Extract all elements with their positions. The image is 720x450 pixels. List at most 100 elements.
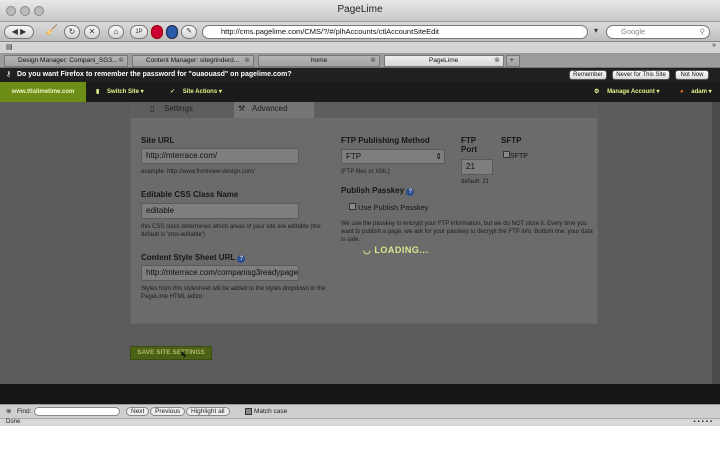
app-header-bar: www.ttlslimetime.com ▮ Switch Site ▾ ✓ S… — [0, 82, 720, 107]
bookmarks-overflow-icon[interactable]: » — [712, 42, 716, 49]
ftp-method-select[interactable]: FTP ⇕ — [341, 149, 445, 164]
search-icon[interactable]: ⚲ — [700, 26, 706, 38]
tab-label: home — [311, 57, 328, 64]
tab-advanced[interactable]: ⚒ Advanced — [234, 102, 314, 118]
1password-icon[interactable]: 1P — [130, 25, 148, 39]
password-message: Do you want Firefox to remember the pass… — [17, 71, 292, 78]
ftp-port-label: FTP Port — [461, 136, 477, 154]
status-bar: Done ▪▪▪▪▪ — [0, 418, 720, 426]
user-icon: ● — [680, 89, 684, 95]
sftp-checkbox[interactable]: SFTP — [503, 151, 528, 160]
switch-site-label: Switch Site — [106, 89, 139, 95]
broom-icon[interactable]: 🧹 — [44, 25, 60, 39]
highlight-all-button[interactable]: Highlight all — [186, 407, 230, 416]
extension-icon[interactable] — [166, 25, 178, 39]
site-icon: ▮ — [96, 89, 100, 95]
match-case-label: Match case — [254, 408, 288, 415]
switch-site-menu[interactable]: ▮ Switch Site ▾ — [96, 82, 144, 102]
save-settings-button[interactable]: SAVE SITE SETTINGS — [130, 346, 212, 360]
css-class-hint: this CSS class determines which areas of… — [141, 224, 321, 238]
tab-settings[interactable]: ▯ Settings — [146, 102, 226, 118]
tab-label: Design Manager: Compani_SG3... — [18, 57, 118, 64]
site-url-input[interactable]: http://mterrace.com/ — [141, 148, 299, 164]
tab-advanced-label: Advanced — [252, 104, 288, 113]
tab-home[interactable]: home ⊗ — [258, 55, 380, 67]
document-icon: ▯ — [150, 104, 155, 113]
search-input[interactable]: Google ⚲ — [606, 25, 710, 39]
password-notification-bar: ⚷ Do you want Firefox to remember the pa… — [0, 68, 720, 82]
find-label: Find: — [17, 408, 32, 415]
not-now-button[interactable]: Not Now — [675, 70, 709, 80]
page-footer — [0, 384, 720, 404]
home-icon[interactable]: ⌂ — [108, 25, 124, 39]
site-logo[interactable]: www.ttlslimetime.com — [0, 82, 86, 107]
never-for-this-site-button[interactable]: Never for This Site — [612, 70, 670, 80]
help-icon[interactable]: ? — [237, 255, 246, 263]
tab-design-manager[interactable]: Design Manager: Compani_SG3... ⊗ — [4, 55, 128, 67]
sftp-checkbox-label: SFTP — [510, 153, 528, 160]
manage-account-label: Manage Account — [607, 89, 655, 95]
passkey-checkbox[interactable]: Use Publish Passkey — [349, 203, 429, 212]
site-url-label: Site URL — [141, 136, 175, 145]
tab-pagelime[interactable]: PageLime ⊗ — [384, 55, 504, 67]
chevron-down-icon: ⇕ — [435, 152, 442, 161]
close-find-icon[interactable]: ⊗ — [6, 405, 11, 418]
passkey-checkbox-box[interactable] — [349, 203, 356, 210]
bookmarks-toolbar: ▤ » — [0, 42, 720, 54]
close-tab-icon[interactable]: ⊗ — [244, 56, 250, 66]
spinner-icon: ◡ — [363, 245, 372, 255]
scrollbar[interactable] — [712, 102, 720, 384]
ftp-method-value: FTP — [346, 152, 362, 161]
close-tab-icon[interactable]: ⊗ — [494, 56, 500, 66]
site-actions-label: Site Actions — [182, 89, 218, 95]
user-menu[interactable]: ● adam ▾ — [680, 82, 712, 102]
cursor-icon: ⬉ — [180, 350, 187, 359]
find-previous-button[interactable]: Previous — [150, 407, 186, 416]
ftp-port-hint: default: 21 — [461, 179, 490, 185]
passkey-label: Publish Passkey ? — [341, 186, 415, 196]
bookmark-menu-icon[interactable]: ▤ — [6, 43, 13, 51]
tab-settings-label: Settings — [164, 104, 193, 113]
css-class-label: Editable CSS Class Name — [141, 190, 239, 199]
window-title: PageLime — [337, 4, 383, 15]
status-icons: ▪▪▪▪▪ — [693, 419, 714, 425]
url-text: http://cms.pagelime.com/CMS/?/#/plhAccou… — [221, 27, 440, 36]
browser-tab-strip: Design Manager: Compani_SG3... ⊗ Content … — [0, 54, 720, 68]
stylesheet-label: Content Style Sheet URL ? — [141, 253, 246, 263]
url-dropdown-icon[interactable]: ▾ — [590, 25, 602, 39]
match-case-checkbox[interactable] — [245, 408, 252, 415]
stylesheet-input[interactable]: http://mterrace.com/companisg3readypagel — [141, 265, 299, 281]
find-next-button[interactable]: Next — [126, 407, 150, 416]
tab-label: Content Manager: sitegrinderd... — [146, 57, 240, 64]
stop-icon[interactable]: ✕ — [84, 25, 100, 39]
window-titlebar: PageLime — [0, 0, 720, 22]
tab-content-manager[interactable]: Content Manager: sitegrinderd... ⊗ — [132, 55, 254, 67]
remember-button[interactable]: Remember — [569, 70, 607, 80]
close-tab-icon[interactable]: ⊗ — [370, 56, 376, 66]
edit-icon[interactable]: ✎ — [181, 25, 197, 39]
manage-account-menu[interactable]: ⚙ Manage Account ▾ — [594, 82, 660, 102]
sftp-label: SFTP — [501, 136, 522, 145]
stylesheet-label-text: Content Style Sheet URL — [141, 253, 236, 262]
checkmark-icon: ✓ — [170, 89, 176, 95]
search-placeholder: Google — [621, 27, 646, 36]
site-actions-menu[interactable]: ✓ Site Actions ▾ — [170, 82, 222, 102]
bookmark-icon[interactable] — [151, 25, 163, 39]
user-label: adam — [691, 89, 707, 95]
url-field[interactable]: http://cms.pagelime.com/CMS/?/#/plhAccou… — [202, 25, 588, 39]
sftp-checkbox-box[interactable] — [503, 151, 510, 158]
reload-icon[interactable]: ↻ — [64, 25, 80, 39]
key-icon: ⚷ — [6, 71, 12, 78]
passkey-hint: We use the passkey to encrypt your FTP i… — [341, 221, 593, 243]
find-input[interactable] — [34, 407, 120, 416]
back-forward-button[interactable]: ◀ ▶ — [4, 25, 34, 39]
navigation-toolbar: ◀ ▶ 🧹 ↻ ✕ ⌂ 1P ✎ http://cms.pagelime.com… — [0, 22, 720, 42]
ftp-port-input[interactable]: 21 — [461, 159, 493, 175]
close-tab-icon[interactable]: ⊗ — [118, 56, 124, 66]
passkey-label-text: Publish Passkey — [341, 186, 405, 195]
css-class-input[interactable]: editable — [141, 203, 299, 219]
new-tab-button[interactable]: + — [506, 55, 520, 67]
stylesheet-hint: Styles from this stylesheet will be adde… — [141, 286, 326, 300]
loading-indicator: ◡ LOADING... — [363, 245, 428, 256]
help-icon[interactable]: ? — [406, 188, 415, 196]
